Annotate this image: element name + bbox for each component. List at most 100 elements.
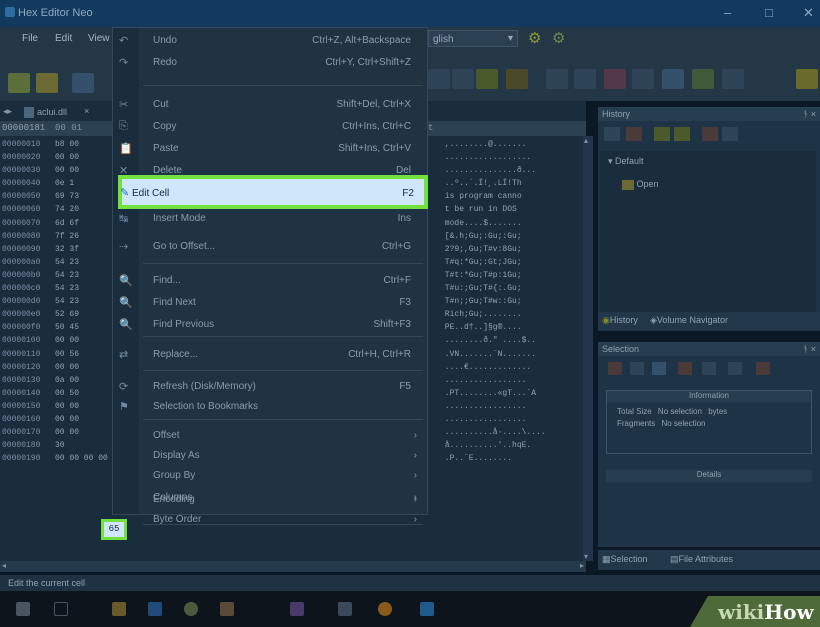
row-ascii[interactable]: T#n;;Gu;T#w::Gu; — [440, 295, 522, 308]
horizontal-scrollbar[interactable]: ◂ ▸ — [0, 561, 586, 572]
row-ascii[interactable]: t be run in DOS — [440, 203, 517, 216]
row-hex[interactable]: 00 00 — [55, 334, 79, 347]
history-branch-icon[interactable] — [654, 127, 670, 141]
new-file-icon[interactable] — [8, 73, 30, 93]
menu-item-display-as[interactable]: Display As › — [113, 446, 429, 466]
windows-start-icon[interactable] — [16, 602, 30, 616]
row-ascii[interactable]: å..........'..hqE. — [440, 439, 531, 452]
row-ascii[interactable]: ................. — [440, 400, 527, 413]
select-fill-icon[interactable] — [756, 362, 770, 375]
row-ascii[interactable]: T#q:*Gu;:Gt;JGu; — [440, 256, 522, 269]
tab-history[interactable]: ◉History — [602, 315, 638, 326]
vertical-scrollbar[interactable]: ▴ ▾ — [583, 136, 593, 561]
row-ascii[interactable]: T#u:;Gu;T#{:.Gu; — [440, 282, 522, 295]
row-ascii[interactable]: ................. — [440, 374, 527, 387]
row-ascii[interactable]: ,........@....... — [440, 138, 527, 151]
row-hex[interactable]: 74 20 — [55, 203, 79, 216]
row-ascii[interactable]: ........ð." ....$.. — [440, 334, 536, 347]
menu-item-byte-order[interactable]: Byte Order › — [113, 510, 429, 530]
select-all-icon[interactable] — [608, 362, 622, 375]
history-merge-icon[interactable] — [674, 127, 690, 141]
pattern-icon[interactable] — [476, 69, 498, 89]
row-ascii[interactable]: [&.h;Gu;:Gu;:Gu; — [440, 230, 522, 243]
menu-item-copy[interactable]: ⎘ Copy Ctrl+Ins, Ctrl+C — [113, 117, 429, 137]
row-ascii[interactable]: .P..¨E........ — [440, 452, 512, 465]
row-hex[interactable]: 54 23 — [55, 282, 79, 295]
row-ascii[interactable]: ...............ð... — [440, 164, 536, 177]
scroll-down-icon[interactable]: ▾ — [584, 552, 588, 561]
row-ascii[interactable]: T#t:*Gu;T#p:1Gu; — [440, 269, 522, 282]
menu-edit[interactable]: Edit — [55, 33, 72, 44]
menu-item-selection-to-bookmarks[interactable]: ⚑ Selection to Bookmarks — [113, 397, 429, 417]
select-range-icon[interactable] — [652, 362, 666, 375]
scroll-up-icon[interactable]: ▴ — [584, 136, 588, 145]
history-panel-pin-icon[interactable]: ᚬ × — [803, 109, 816, 119]
menu-file[interactable]: File — [22, 33, 38, 44]
menu-item-edit-cell[interactable]: ✎ Edit Cell F2 — [118, 175, 428, 209]
menu-item-insert-mode[interactable]: ↹ Insert Mode Ins — [113, 209, 429, 229]
file-explorer-icon[interactable] — [112, 602, 126, 616]
open-file-icon[interactable] — [36, 73, 58, 93]
mail-icon[interactable] — [338, 602, 352, 616]
firefox-icon[interactable] — [378, 602, 392, 616]
menu-item-find[interactable]: 🔍 Find... Ctrl+F — [113, 271, 429, 291]
row-hex[interactable]: 00 00 — [55, 361, 79, 374]
script-icon[interactable] — [722, 69, 744, 89]
select-block-icon[interactable] — [678, 362, 692, 375]
tab-aclui[interactable]: aclui.dll — [37, 107, 67, 117]
row-ascii[interactable]: mode....$....... — [440, 217, 522, 230]
tab-nav-arrows[interactable]: ◂▸ — [3, 106, 12, 117]
task-view-icon[interactable] — [54, 602, 68, 616]
menu-item-encoding[interactable]: Encoding › — [113, 490, 429, 510]
row-hex[interactable]: 00 00 — [55, 151, 79, 164]
language-combo[interactable]: glish ▾ — [428, 30, 518, 47]
row-ascii[interactable]: ....€............. — [440, 361, 531, 374]
save-file-icon[interactable] — [72, 73, 94, 93]
chrome-icon[interactable] — [184, 602, 198, 616]
menu-item-refresh[interactable]: ⟳ Refresh (Disk/Memory) F5 — [113, 377, 429, 397]
menu-item-cut[interactable]: ✂ Cut Shift+Del, Ctrl+X — [113, 95, 429, 115]
compare-icon[interactable] — [506, 69, 528, 89]
options-gear-icon[interactable]: ⚙ — [552, 29, 565, 47]
edit-pen-icon[interactable] — [692, 69, 714, 89]
maximize-button[interactable]: □ — [765, 5, 773, 20]
row-hex[interactable]: 54 23 — [55, 295, 79, 308]
history-step-icon[interactable] — [626, 127, 642, 141]
history-settings-icon[interactable] — [722, 127, 738, 141]
row-hex[interactable]: 54 23 — [55, 256, 79, 269]
scroll-right-icon[interactable]: ▸ — [580, 561, 584, 570]
deselect-icon[interactable] — [630, 362, 644, 375]
menu-item-find-next[interactable]: 🔍 Find Next F3 — [113, 293, 429, 313]
menu-item-find-previous[interactable]: 🔍 Find Previous Shift+F3 — [113, 315, 429, 335]
row-ascii[interactable]: .VN.......¨N....... — [440, 348, 536, 361]
minimize-button[interactable]: – — [724, 5, 731, 20]
menu-item-group-by[interactable]: Group By › — [113, 466, 429, 486]
binary-icon[interactable] — [632, 69, 654, 89]
row-hex[interactable]: b8 00 — [55, 138, 79, 151]
row-hex[interactable]: 30 — [55, 439, 65, 452]
selection-panel-pin-icon[interactable]: ᚬ × — [803, 344, 816, 354]
hex-editor-taskbar-icon[interactable] — [420, 602, 434, 616]
menu-view[interactable]: View — [88, 33, 110, 44]
row-hex[interactable]: 54 23 — [55, 269, 79, 282]
row-hex[interactable]: 52 69 — [55, 308, 79, 321]
row-hex[interactable]: 0e 1 — [55, 177, 74, 190]
tab-selection[interactable]: ▦Selection — [602, 554, 648, 565]
row-hex[interactable]: 32 3f — [55, 243, 79, 256]
details-header[interactable]: Details — [606, 470, 812, 482]
tab-volume-navigator[interactable]: ◈Volume Navigator — [650, 315, 728, 326]
monitor-icon[interactable] — [662, 69, 684, 89]
close-button[interactable]: ✕ — [803, 5, 814, 21]
zoom-out-icon[interactable] — [452, 69, 474, 89]
outlook-icon[interactable] — [148, 602, 162, 616]
row-ascii[interactable]: PE..d†..]§g®.... — [440, 321, 522, 334]
calculator-icon[interactable] — [604, 69, 626, 89]
menu-item-undo[interactable]: ↶ Undo Ctrl+Z, Alt+Backspace — [113, 31, 429, 51]
menu-item-offset[interactable]: Offset › — [113, 426, 429, 446]
history-delete-icon[interactable] — [702, 127, 718, 141]
row-ascii[interactable]: Rich;Gu;........ — [440, 308, 522, 321]
row-hex[interactable]: 7f 26 — [55, 230, 79, 243]
history-undo-icon[interactable] — [604, 127, 620, 141]
settings-gear-icon[interactable]: ⚙ — [528, 29, 541, 47]
tab-close-icon[interactable]: × — [84, 106, 89, 116]
